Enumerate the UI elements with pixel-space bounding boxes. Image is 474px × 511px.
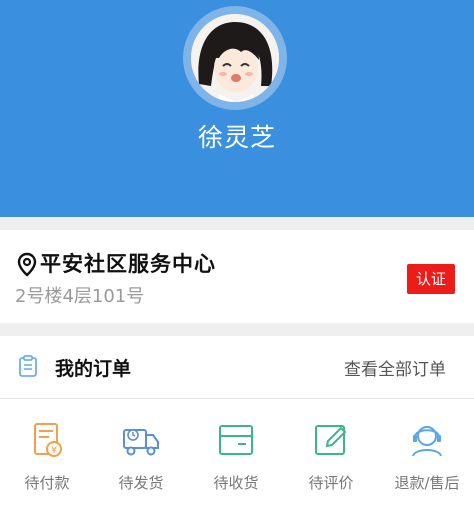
wallet-icon: ¥ <box>34 423 62 457</box>
view-all-orders-link[interactable]: 查看全部订单 <box>344 355 446 380</box>
status-awaiting-receipt[interactable]: 待收货 <box>189 420 283 493</box>
status-refund-aftersales[interactable]: 退款/售后 <box>380 420 474 493</box>
verified-badge: 认证 <box>407 264 455 294</box>
address-title: 平安社区服务中心 <box>40 252 216 276</box>
location-pin-icon <box>17 252 37 277</box>
status-awaiting-review[interactable]: 待评价 <box>284 420 378 493</box>
status-label: 待付款 <box>24 474 70 492</box>
package-icon <box>219 425 253 455</box>
svg-text:¥: ¥ <box>51 445 57 456</box>
status-label: 退款/售后 <box>394 474 460 492</box>
orders-header[interactable]: 我的订单 查看全部订单 <box>0 336 474 399</box>
address-detail: 2号楼4层101号 <box>15 286 145 307</box>
user-name: 徐灵芝 <box>197 123 276 152</box>
edit-icon <box>315 425 347 455</box>
address-card[interactable]: 平安社区服务中心 2号楼4层101号 认证 <box>0 230 474 323</box>
avatar[interactable] <box>191 14 279 102</box>
customer-service-icon <box>412 426 442 457</box>
clipboard-icon <box>19 355 37 377</box>
status-label: 待评价 <box>308 474 354 492</box>
my-orders-card: 我的订单 查看全部订单 ¥ 待付款 待发货 待收货 待评价 退款/售后 <box>0 336 474 511</box>
status-label: 待收货 <box>213 474 259 492</box>
avatar-image <box>191 14 279 102</box>
status-label: 待发货 <box>118 474 164 492</box>
truck-icon <box>123 429 159 456</box>
status-pending-payment[interactable]: ¥ 待付款 <box>0 420 94 493</box>
status-awaiting-shipment[interactable]: 待发货 <box>94 420 188 493</box>
orders-title: 我的订单 <box>55 358 132 380</box>
profile-header: 徐灵芝 <box>0 0 474 217</box>
avatar-ring[interactable] <box>183 6 287 110</box>
